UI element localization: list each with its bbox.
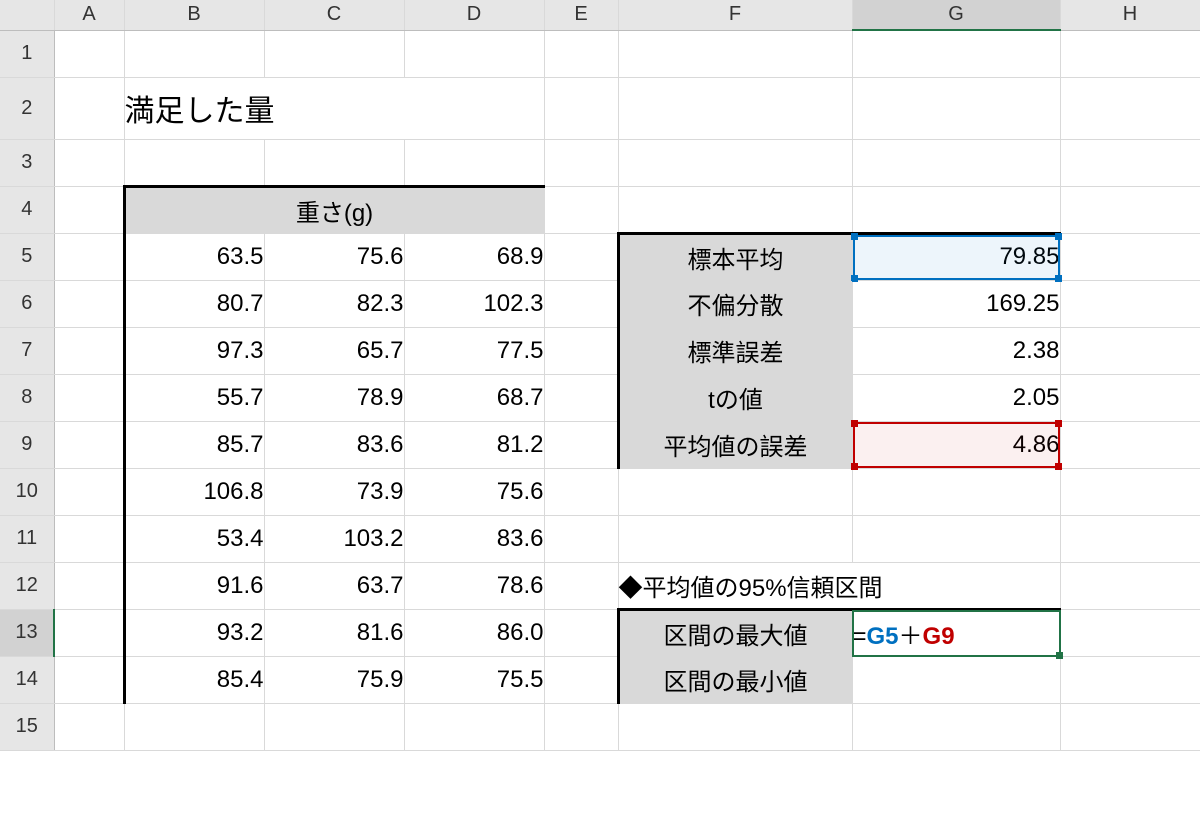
weight-cell[interactable]: 102.3: [404, 280, 544, 327]
col-header-C[interactable]: C: [264, 0, 404, 30]
weight-cell[interactable]: 63.5: [124, 233, 264, 280]
stat-label: 不偏分散: [618, 280, 852, 327]
spreadsheet-grid[interactable]: A B C D E F G H 1 2 満足した量 3 4 重さ(g) 5 63…: [0, 0, 1200, 751]
stat-value-text: 79.85: [999, 243, 1059, 270]
ci-label-min: 区間の最小値: [618, 656, 852, 703]
stat-value[interactable]: 2.05: [852, 374, 1060, 421]
ci-value-max[interactable]: =G5＋G9: [852, 609, 1060, 656]
weight-cell[interactable]: 78.9: [264, 374, 404, 421]
weight-cell[interactable]: 53.4: [124, 515, 264, 562]
weight-cell[interactable]: 83.6: [404, 515, 544, 562]
row-header-10[interactable]: 10: [0, 468, 54, 515]
weight-cell[interactable]: 68.9: [404, 233, 544, 280]
ci-heading: ◆平均値の95%信頼区間: [618, 562, 1060, 609]
weight-cell[interactable]: 86.0: [404, 609, 544, 656]
weight-cell[interactable]: 103.2: [264, 515, 404, 562]
weight-cell[interactable]: 73.9: [264, 468, 404, 515]
stat-label: 標準誤差: [618, 327, 852, 374]
weight-cell[interactable]: 68.7: [404, 374, 544, 421]
weight-cell[interactable]: 75.6: [264, 233, 404, 280]
weight-cell[interactable]: 83.6: [264, 421, 404, 468]
weight-cell[interactable]: 75.9: [264, 656, 404, 703]
weight-cell[interactable]: 85.7: [124, 421, 264, 468]
weight-cell[interactable]: 106.8: [124, 468, 264, 515]
formula-plus: ＋: [899, 623, 923, 650]
row-header-3[interactable]: 3: [0, 139, 54, 186]
col-header-G[interactable]: G: [852, 0, 1060, 30]
col-header-A[interactable]: A: [54, 0, 124, 30]
weight-cell[interactable]: 75.6: [404, 468, 544, 515]
col-header-B[interactable]: B: [124, 0, 264, 30]
stat-value[interactable]: 2.38: [852, 327, 1060, 374]
weight-cell[interactable]: 75.5: [404, 656, 544, 703]
weight-cell[interactable]: 65.7: [264, 327, 404, 374]
row-header-7[interactable]: 7: [0, 327, 54, 374]
weight-cell[interactable]: 63.7: [264, 562, 404, 609]
row-header-12[interactable]: 12: [0, 562, 54, 609]
stat-value[interactable]: 169.25: [852, 280, 1060, 327]
weight-cell[interactable]: 80.7: [124, 280, 264, 327]
weight-cell[interactable]: 82.3: [264, 280, 404, 327]
row-header-9[interactable]: 9: [0, 421, 54, 468]
row-header-5[interactable]: 5: [0, 233, 54, 280]
weight-cell[interactable]: 78.6: [404, 562, 544, 609]
col-header-H[interactable]: H: [1060, 0, 1200, 30]
ci-value-min[interactable]: [852, 656, 1060, 703]
weight-cell[interactable]: 91.6: [124, 562, 264, 609]
stat-value-text: 4.86: [1013, 431, 1060, 458]
row-header-1[interactable]: 1: [0, 30, 54, 77]
ci-label-max: 区間の最大値: [618, 609, 852, 656]
formula-ref-g5: G5: [867, 623, 899, 650]
weight-cell[interactable]: 93.2: [124, 609, 264, 656]
col-header-D[interactable]: D: [404, 0, 544, 30]
row-header-6[interactable]: 6: [0, 280, 54, 327]
weight-table-header: 重さ(g): [124, 186, 544, 233]
row-header-11[interactable]: 11: [0, 515, 54, 562]
weight-cell[interactable]: 81.2: [404, 421, 544, 468]
formula-ref-g9: G9: [923, 623, 955, 650]
row-header-13[interactable]: 13: [0, 609, 54, 656]
col-header-E[interactable]: E: [544, 0, 618, 30]
select-all-corner[interactable]: [0, 0, 54, 30]
row-header-14[interactable]: 14: [0, 656, 54, 703]
stat-value[interactable]: 79.85: [852, 233, 1060, 280]
row-header-4[interactable]: 4: [0, 186, 54, 233]
weight-cell[interactable]: 97.3: [124, 327, 264, 374]
formula-equals: =: [853, 623, 867, 650]
row-header-2[interactable]: 2: [0, 77, 54, 139]
row-header-15[interactable]: 15: [0, 703, 54, 750]
stat-label: 平均値の誤差: [618, 421, 852, 468]
stat-value[interactable]: 4.86: [852, 421, 1060, 468]
row-header-8[interactable]: 8: [0, 374, 54, 421]
weight-cell[interactable]: 85.4: [124, 656, 264, 703]
weight-cell[interactable]: 81.6: [264, 609, 404, 656]
weight-cell[interactable]: 55.7: [124, 374, 264, 421]
stat-label: tの値: [618, 374, 852, 421]
col-header-F[interactable]: F: [618, 0, 852, 30]
page-title: 満足した量: [124, 77, 544, 139]
stat-label: 標本平均: [618, 233, 852, 280]
weight-cell[interactable]: 77.5: [404, 327, 544, 374]
